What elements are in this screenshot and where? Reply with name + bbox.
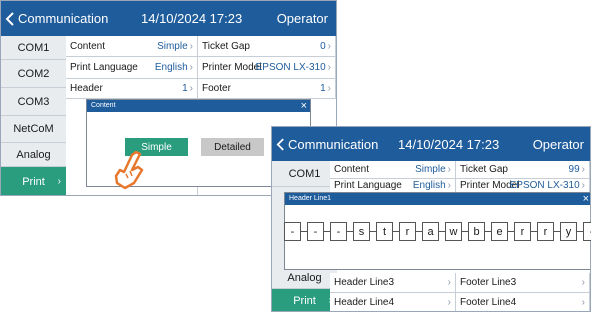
top-bar: Communication 14/10/2024 17:23 Operator (1, 1, 336, 36)
detailed-button-label: Detailed (214, 141, 251, 153)
sidebar-item-label: NetCoM (13, 123, 54, 135)
char-cell[interactable]: - (330, 222, 347, 241)
sidebar: COM1 COM2 COM3 NetCoM Analog Print › (1, 36, 66, 195)
char-cell[interactable]: - (307, 222, 324, 241)
char-cell[interactable]: t (376, 222, 393, 241)
char-cell[interactable]: - (284, 222, 301, 241)
user-name: Operator (276, 11, 328, 26)
sidebar-item-netcom[interactable]: NetCoM (1, 116, 66, 143)
chevron-right-icon: › (189, 62, 193, 73)
setting-print-language[interactable]: Print Language English › (66, 57, 198, 79)
chevron-right-icon: › (327, 40, 331, 52)
sidebar-item-label: COM3 (17, 95, 50, 108)
chevron-right-icon: › (189, 40, 193, 52)
date-time: 14/10/2024 17:23 (141, 11, 243, 26)
chevron-right-icon: › (189, 83, 193, 94)
chevron-right-icon: › (327, 62, 331, 73)
char-cell[interactable]: b (468, 222, 485, 241)
char-cell[interactable]: e (491, 222, 508, 241)
char-cell[interactable]: s (353, 222, 370, 241)
sidebar-item-label: Print (22, 175, 45, 188)
chevron-right-icon: › (57, 176, 61, 187)
char-cell[interactable]: r (399, 222, 416, 241)
sidebar-item-com3[interactable]: COM3 (1, 88, 66, 116)
sidebar-item-print[interactable]: Print › (1, 167, 66, 195)
char-cell[interactable]: r (514, 222, 531, 241)
sidebar-item-label: COM1 (17, 41, 50, 54)
char-cell[interactable]: w (445, 222, 462, 241)
back-button[interactable]: Communication (5, 1, 108, 36)
detailed-button[interactable]: Detailed (201, 138, 264, 156)
setting-value: English (154, 62, 188, 73)
sidebar-item-label: COM2 (17, 67, 50, 80)
setting-ticket-gap[interactable]: Ticket Gap 0 › (198, 36, 336, 57)
hand-pointer-icon (112, 150, 146, 190)
setting-label: Print Language (70, 62, 138, 73)
chevron-right-icon: › (327, 83, 331, 94)
char-cell[interactable]: y (560, 222, 577, 241)
screen-title: Communication (18, 11, 109, 26)
setting-label: Header (70, 83, 103, 94)
sidebar-item-label: Analog (16, 148, 51, 161)
setting-header[interactable]: Header 1 › (66, 79, 198, 99)
character-input-area: ---strawberry--- (271, 126, 591, 312)
char-cell[interactable]: - (583, 222, 591, 241)
setting-value: Simple (157, 40, 188, 52)
sidebar-item-analog[interactable]: Analog (1, 143, 66, 167)
setting-value: EPSON LX-310 (255, 62, 326, 73)
setting-value: 1 (182, 83, 188, 94)
setting-label: Printer Model (202, 62, 262, 73)
setting-label: Footer (202, 83, 231, 94)
dialog-title: Content (87, 100, 310, 112)
sidebar-item-com1[interactable]: COM1 (1, 36, 66, 60)
setting-label: Content (70, 40, 106, 52)
char-cell[interactable]: a (422, 222, 439, 241)
header-text-editor[interactable]: ---strawberry--- (284, 222, 591, 241)
setting-value: 0 (320, 40, 326, 52)
setting-content[interactable]: Content Simple › (66, 36, 198, 57)
setting-label: Ticket Gap (202, 40, 250, 52)
setting-footer[interactable]: Footer 1 › (198, 79, 336, 99)
close-icon[interactable]: × (301, 100, 307, 112)
setting-printer-model[interactable]: Printer Model EPSON LX-310 › (198, 57, 336, 79)
sidebar-item-com2[interactable]: COM2 (1, 60, 66, 88)
chevron-left-icon (5, 11, 15, 26)
char-cell[interactable]: r (537, 222, 554, 241)
setting-value: 1 (320, 83, 326, 94)
